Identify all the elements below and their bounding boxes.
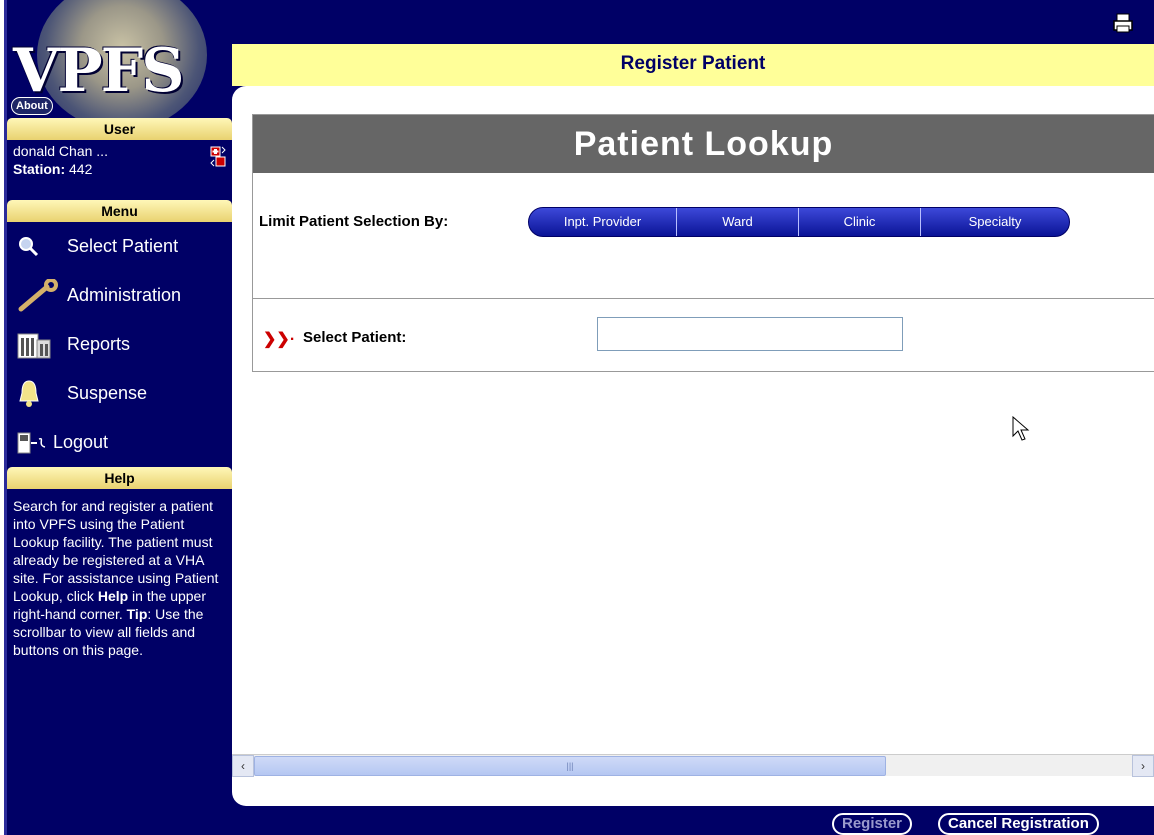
scroll-left-icon[interactable]: ‹	[232, 755, 254, 777]
switch-user-icon[interactable]	[210, 146, 226, 168]
patient-lookup-title: Patient Lookup	[253, 115, 1154, 173]
top-bar	[232, 0, 1154, 44]
select-patient-row: ❯❯· Select Patient:	[253, 299, 1154, 371]
scroll-right-icon[interactable]: ›	[1132, 755, 1154, 777]
user-panel: donald Chan ... Station: 442	[7, 140, 232, 200]
wrench-icon	[17, 278, 67, 314]
cancel-registration-button[interactable]: Cancel Registration	[938, 813, 1099, 835]
select-patient-label: Select Patient:	[303, 329, 407, 346]
help-text: Search for and register a patient into V…	[7, 489, 232, 659]
tip-keyword: Tip	[126, 606, 148, 622]
menu-item-label: Reports	[67, 334, 131, 354]
magnifier-icon	[17, 229, 67, 265]
vpfs-logo: VPFS About	[7, 0, 232, 118]
about-button[interactable]: About	[11, 97, 53, 115]
bell-icon	[17, 376, 67, 412]
menu-item-label: Select Patient	[67, 236, 179, 256]
menu-item-label: Administration	[67, 285, 182, 305]
page-title: Register Patient	[232, 44, 1154, 86]
user-name: donald Chan ...	[13, 143, 108, 159]
menu-item-administration[interactable]: Administration	[7, 271, 232, 320]
footer-bar: Register Cancel Registration	[232, 806, 1154, 835]
menu-heading: Menu	[7, 200, 232, 222]
menu-item-label: Logout	[53, 432, 109, 452]
menu-item-reports[interactable]: Reports	[7, 320, 232, 369]
sidebar: VPFS About User donald Chan ... Station:…	[7, 0, 232, 835]
help-heading: Help	[7, 467, 232, 489]
menu-item-suspense[interactable]: Suspense	[7, 369, 232, 418]
logout-icon	[17, 425, 53, 461]
clinic-button[interactable]: Clinic	[799, 208, 921, 236]
reports-icon	[17, 327, 67, 363]
horizontal-scrollbar[interactable]: ‹ ||| ›	[232, 754, 1154, 777]
menu-item-label: Suspense	[67, 383, 148, 403]
inpt-provider-button[interactable]: Inpt. Provider	[529, 208, 677, 236]
select-patient-input[interactable]	[597, 317, 903, 351]
required-arrow-icon: ❯❯·	[263, 331, 296, 348]
main-content: Patient Lookup Limit Patient Selection B…	[232, 86, 1154, 806]
patient-lookup-frame: Patient Lookup Limit Patient Selection B…	[252, 114, 1154, 372]
content-panel: Patient Lookup Limit Patient Selection B…	[232, 86, 1154, 806]
limit-selection-row: Limit Patient Selection By: Inpt. Provid…	[253, 173, 1154, 299]
ward-button[interactable]: Ward	[677, 208, 799, 236]
station-value: 442	[69, 161, 93, 177]
menu-item-logout[interactable]: Logout	[7, 418, 232, 467]
limit-selection-label: Limit Patient Selection By:	[259, 213, 449, 230]
menu-item-select-patient[interactable]: Select Patient	[7, 222, 232, 271]
limit-selection-buttons: Inpt. Provider Ward Clinic Specialty	[528, 207, 1070, 237]
help-keyword: Help	[97, 588, 129, 604]
specialty-button[interactable]: Specialty	[921, 208, 1069, 236]
print-icon[interactable]	[1112, 12, 1134, 34]
mouse-pointer-icon	[1012, 416, 1030, 441]
station-info: Station: 442	[13, 160, 226, 178]
scrollbar-thumb[interactable]: |||	[254, 756, 886, 776]
register-button[interactable]: Register	[832, 813, 913, 835]
station-label: Station:	[13, 161, 66, 177]
window-edge	[0, 0, 7, 835]
logo-text: VPFS	[13, 36, 185, 106]
user-heading: User	[7, 118, 232, 140]
